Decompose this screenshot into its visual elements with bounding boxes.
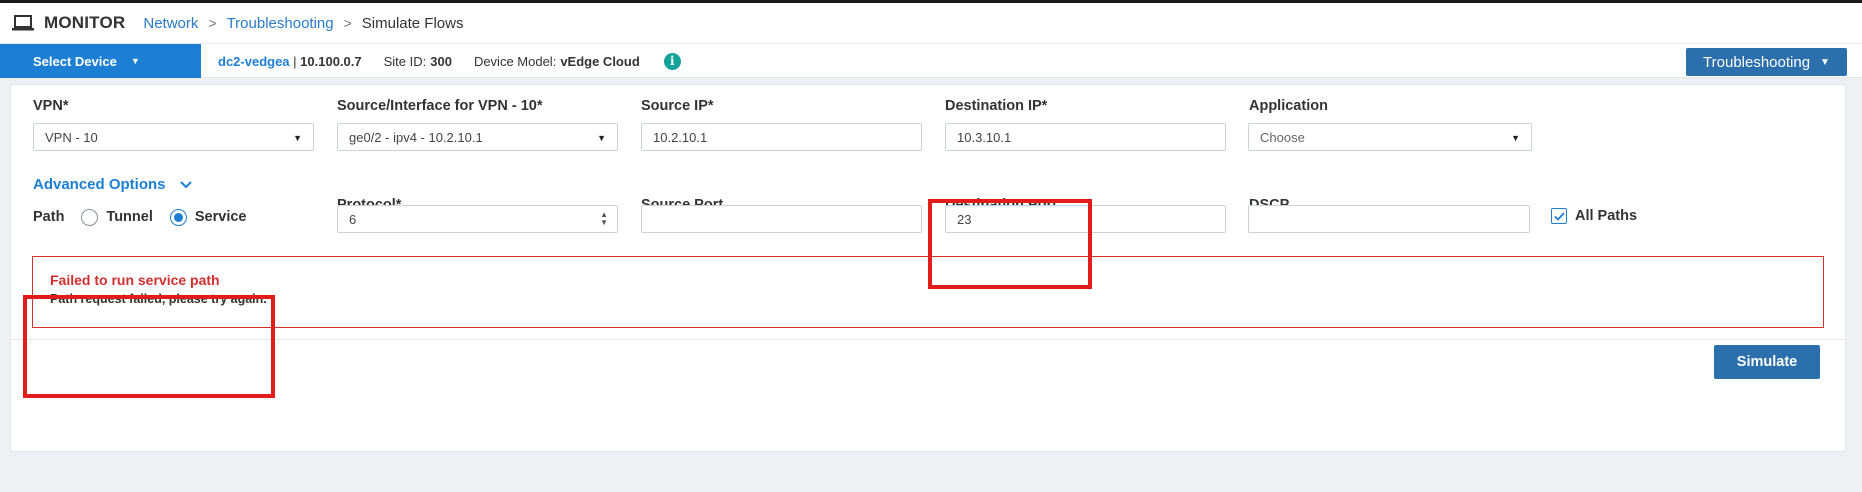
application-select[interactable]: Choose ▼ bbox=[1248, 123, 1532, 151]
stepper-arrows-icon[interactable]: ▲ ▼ bbox=[600, 211, 608, 227]
troubleshooting-label: Troubleshooting bbox=[1703, 53, 1811, 71]
radio-service[interactable] bbox=[169, 208, 187, 226]
caret-down-icon: ▼ bbox=[130, 56, 140, 66]
device-model-label: Device Model: bbox=[473, 53, 557, 69]
breadcrumb-separator: > bbox=[343, 15, 352, 31]
radio-tunnel-label[interactable]: Tunnel bbox=[106, 209, 152, 225]
caret-down-icon: ▼ bbox=[1820, 56, 1830, 68]
caret-down-icon: ▼ bbox=[293, 133, 302, 143]
radio-tunnel[interactable] bbox=[81, 208, 99, 226]
path-radio-group: Path Tunnel Service bbox=[33, 207, 246, 227]
chevron-down-icon bbox=[179, 178, 192, 192]
highlight-destination-port bbox=[928, 199, 1092, 289]
application-label: Application bbox=[1249, 98, 1328, 114]
source-interface-value: ge0/2 - ipv4 - 10.2.10.1 bbox=[349, 129, 483, 145]
destination-ip-value: 10.3.10.1 bbox=[957, 129, 1012, 145]
source-ip-value: 10.2.10.1 bbox=[653, 129, 708, 145]
source-ip-label: Source IP* bbox=[641, 98, 714, 114]
site-id-label: Site ID: bbox=[383, 53, 427, 69]
protocol-stepper[interactable]: 6 ▲ ▼ bbox=[337, 205, 618, 233]
all-paths-checkbox[interactable]: All Paths bbox=[1551, 208, 1637, 224]
destination-ip-input[interactable]: 10.3.10.1 bbox=[945, 123, 1226, 151]
source-ip-input[interactable]: 10.2.10.1 bbox=[641, 123, 922, 151]
page-header: MONITOR Network > Troubleshooting > Simu… bbox=[0, 3, 1862, 43]
highlight-error bbox=[23, 295, 275, 398]
app-title: MONITOR bbox=[44, 13, 126, 32]
all-paths-label: All Paths bbox=[1575, 208, 1638, 224]
advanced-options-label: Advanced Options bbox=[33, 176, 166, 193]
device-info: dc2-vedgea | 10.100.0.7 Site ID: 300 Dev… bbox=[218, 44, 681, 78]
source-interface-select[interactable]: ge0/2 - ipv4 - 10.2.10.1 ▼ bbox=[337, 123, 618, 151]
protocol-value: 6 bbox=[349, 211, 357, 227]
device-divider: | bbox=[289, 53, 301, 69]
laptop-icon bbox=[12, 14, 36, 32]
footer-divider bbox=[11, 339, 1845, 340]
breadcrumb-network[interactable]: Network bbox=[143, 15, 198, 32]
source-interface-label: Source/Interface for VPN - 10* bbox=[337, 98, 543, 114]
select-device-label: Select Device bbox=[33, 53, 117, 69]
radio-service-label[interactable]: Service bbox=[195, 209, 247, 225]
advanced-options-toggle[interactable]: Advanced Options bbox=[33, 176, 192, 193]
vpn-value: VPN - 10 bbox=[45, 129, 98, 145]
troubleshooting-button[interactable]: Troubleshooting ▼ bbox=[1686, 48, 1847, 76]
breadcrumb-troubleshooting[interactable]: Troubleshooting bbox=[227, 15, 334, 32]
device-model-value: vEdge Cloud bbox=[560, 53, 640, 69]
simulate-button[interactable]: Simulate bbox=[1714, 345, 1820, 379]
path-label: Path bbox=[33, 209, 65, 225]
vpn-select[interactable]: VPN - 10 ▼ bbox=[33, 123, 314, 151]
caret-down-icon: ▼ bbox=[1511, 133, 1520, 143]
source-port-input[interactable] bbox=[641, 205, 922, 233]
caret-down-icon: ▼ bbox=[597, 133, 606, 143]
device-ip: 10.100.0.7 bbox=[300, 53, 362, 69]
destination-ip-label: Destination IP* bbox=[945, 98, 1048, 114]
breadcrumb-current: Simulate Flows bbox=[361, 14, 464, 32]
site-id-value: 300 bbox=[430, 53, 452, 69]
breadcrumb-separator: > bbox=[208, 15, 217, 31]
info-icon[interactable]: i bbox=[663, 52, 681, 70]
device-bar: Select Device ▼ dc2-vedgea | 10.100.0.7 … bbox=[0, 43, 1862, 78]
checkmark-icon[interactable] bbox=[1551, 208, 1567, 224]
vpn-label: VPN* bbox=[33, 98, 69, 114]
dscp-input[interactable] bbox=[1248, 205, 1530, 233]
device-name: dc2-vedgea bbox=[218, 53, 290, 69]
application-placeholder: Choose bbox=[1260, 129, 1305, 145]
error-title: Failed to run service path bbox=[50, 272, 220, 288]
select-device-button[interactable]: Select Device ▼ bbox=[0, 44, 201, 78]
